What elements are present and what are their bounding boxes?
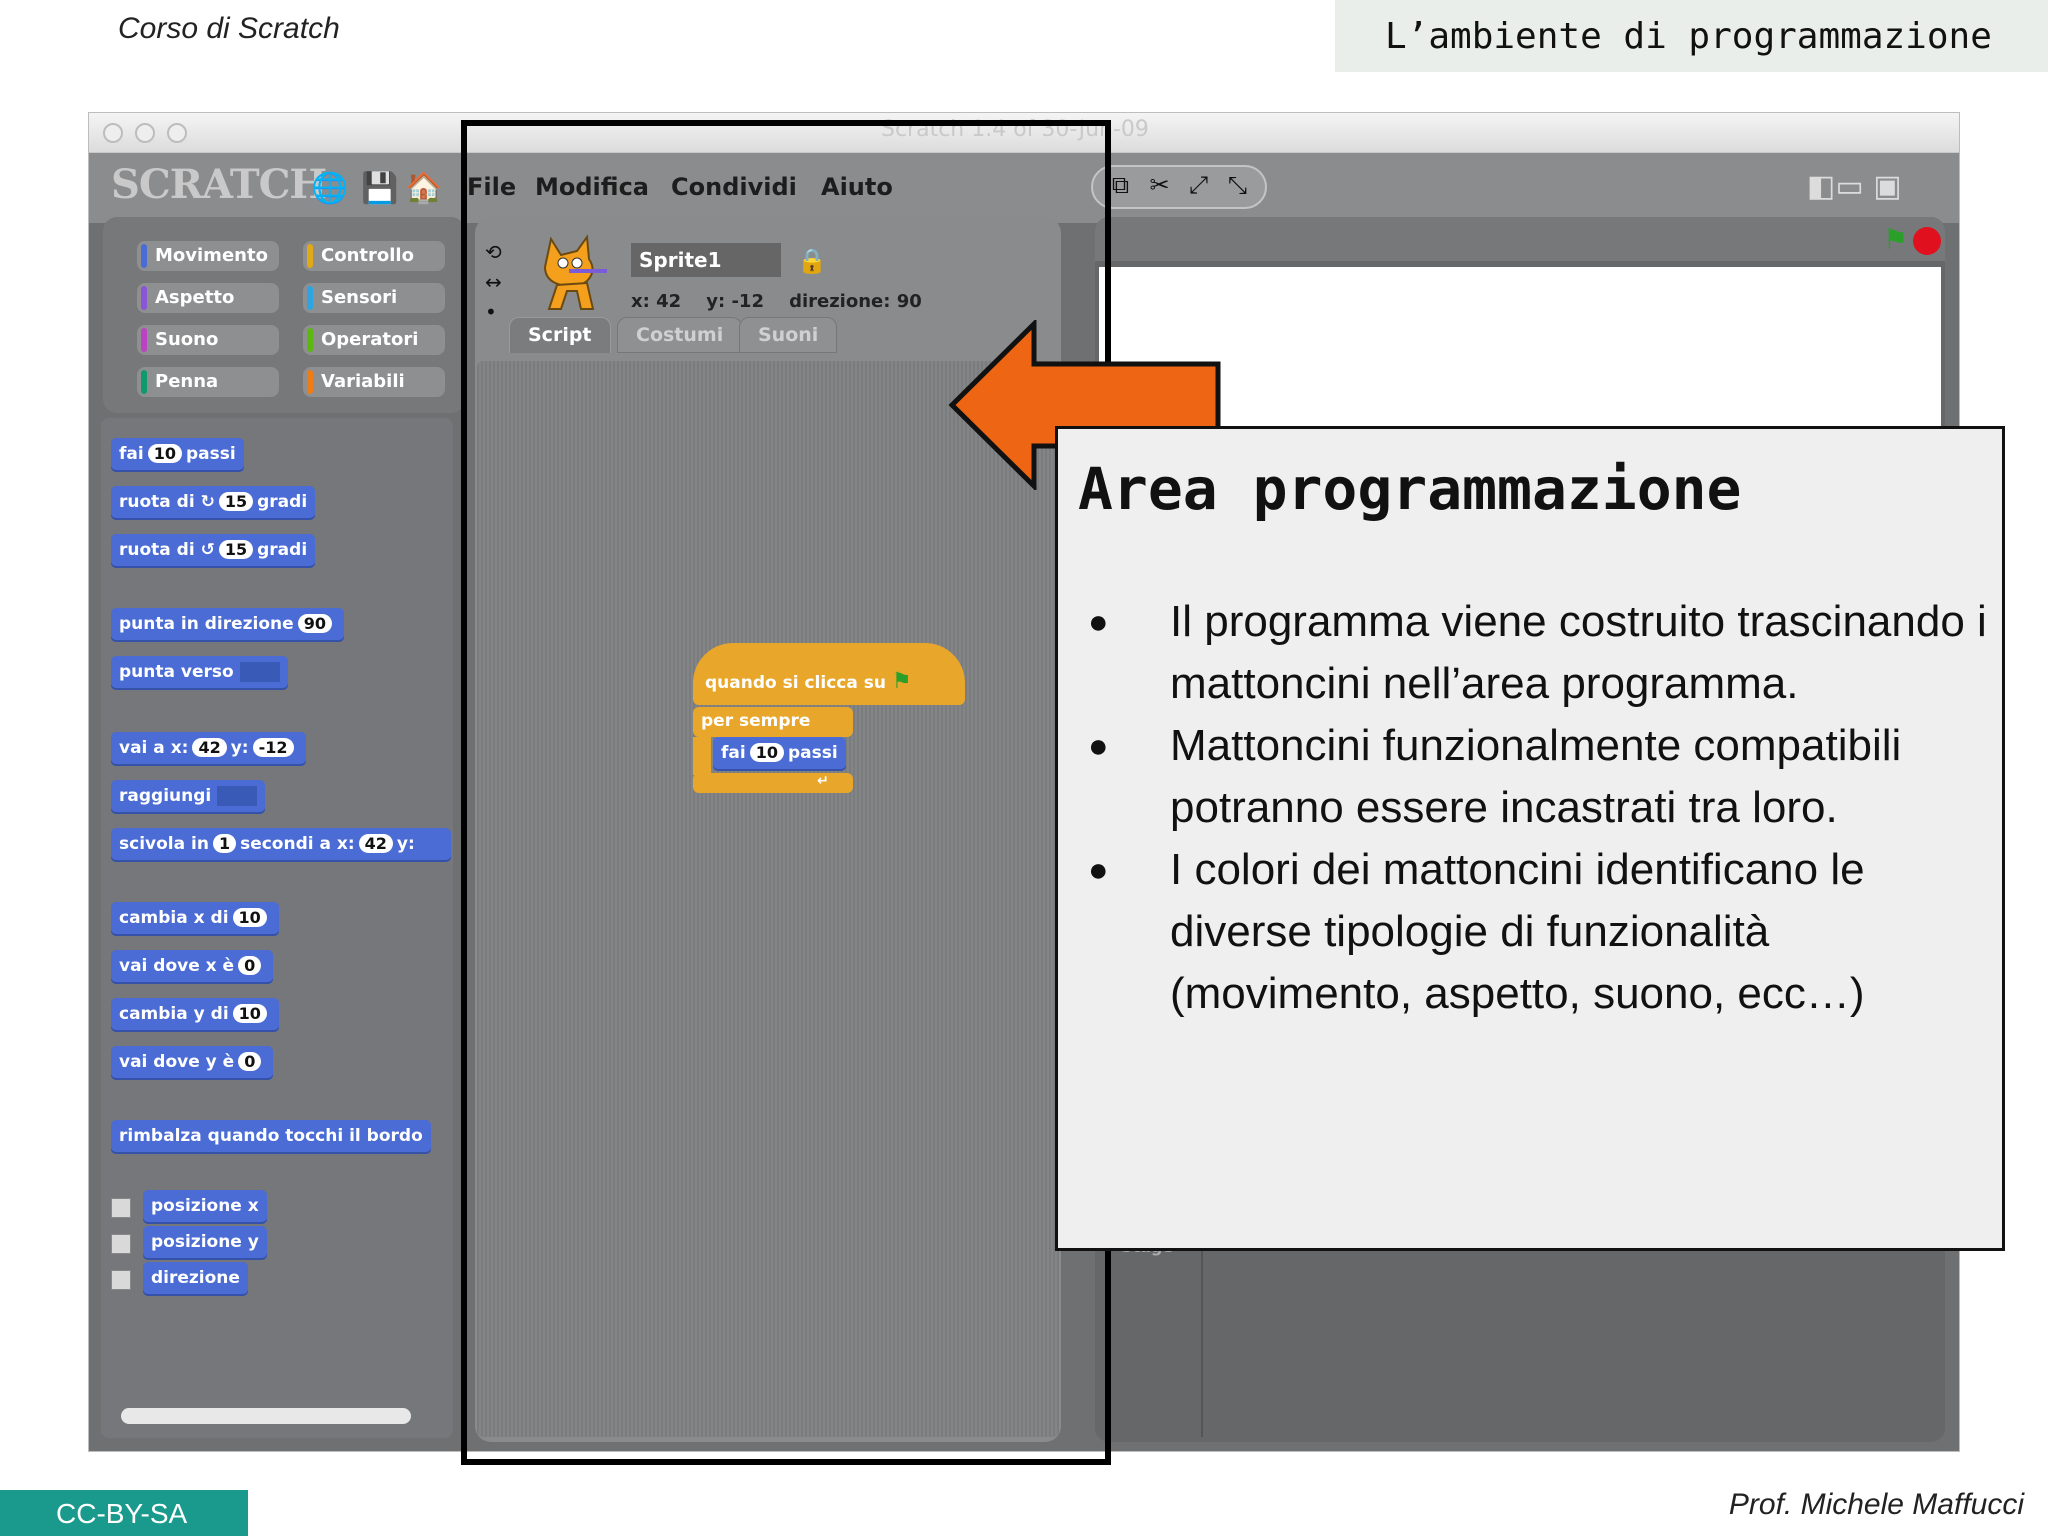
block-turn-right[interactable]: ruota di ↻ 15 gradi	[111, 486, 316, 520]
block-point-direction[interactable]: punta in direzione 90	[111, 608, 344, 642]
bullet-item: ● I colori dei mattoncini identificano le…	[1088, 845, 1865, 1018]
stage-layout-icons[interactable]: ◧▭ ▣	[1807, 169, 1902, 204]
callout-box: Area programmazione ● Il programma viene …	[1055, 426, 2005, 1251]
bullet-item: ● Mattoncini funzionalmente compatibili p…	[1088, 721, 1902, 832]
category-operatori[interactable]: Operatori	[303, 325, 445, 355]
reporter-direction[interactable]: direzione	[143, 1262, 248, 1296]
section-title: L’ambiente di programmazione	[1335, 0, 2048, 72]
shrink-icon[interactable]: ⤡	[1220, 171, 1255, 203]
globe-icon[interactable]: 🌐	[311, 171, 348, 206]
green-flag-button[interactable]: ⚑	[1883, 223, 1908, 256]
bullet-item: ● Il programma viene costruito trascinand…	[1088, 597, 1987, 708]
stop-button[interactable]	[1913, 227, 1941, 255]
zoom-window-button[interactable]	[167, 123, 187, 143]
block-bounce[interactable]: rimbalza quando tocchi il bordo	[111, 1120, 431, 1154]
course-title: Corso di Scratch	[118, 12, 340, 45]
reporter-pos-x[interactable]: posizione x	[143, 1190, 267, 1224]
block-move-steps[interactable]: fai 10 passi	[111, 438, 244, 472]
block-set-y[interactable]: vai dove y è0	[111, 1046, 274, 1080]
category-sensori[interactable]: Sensori	[303, 283, 445, 313]
checkbox-pos-x[interactable]	[111, 1198, 131, 1218]
category-movimento[interactable]: Movimento	[137, 241, 279, 271]
blocks-palette: fai 10 passi ruota di ↻ 15 gradi ruota di ↺ 1…	[101, 418, 453, 1438]
callout-title: Area programmazione	[1078, 455, 1742, 523]
block-point-towards[interactable]: punta verso	[111, 656, 288, 690]
license-badge: CC-BY-SA	[0, 1490, 248, 1536]
rotate-ccw-icon: ↺	[200, 540, 215, 560]
checkbox-direction[interactable]	[111, 1270, 131, 1290]
block-goto-xy[interactable]: vai a x: 42 y: -12	[111, 732, 306, 766]
category-penna[interactable]: Penna	[137, 367, 279, 397]
category-palette: Movimento Controllo Aspetto Sensori Suon…	[103, 217, 465, 413]
block-change-x[interactable]: cambia x di 10	[111, 902, 279, 936]
reporter-pos-y[interactable]: posizione y	[143, 1226, 267, 1260]
block-turn-left[interactable]: ruota di ↺ 15 gradi	[111, 534, 316, 568]
share-icon[interactable]: 🏠	[405, 171, 442, 206]
category-variabili[interactable]: Variabili	[303, 367, 445, 397]
delete-icon[interactable]: ✂	[1142, 171, 1177, 203]
close-window-button[interactable]	[103, 123, 123, 143]
block-change-y[interactable]: cambia y di 10	[111, 998, 279, 1032]
rotate-cw-icon: ↻	[200, 492, 215, 512]
block-glide[interactable]: scivola in 1 secondi a x: 42 y:	[111, 828, 451, 862]
block-set-x[interactable]: vai dove x è0	[111, 950, 274, 984]
save-icon[interactable]: 💾	[361, 171, 398, 206]
minimize-window-button[interactable]	[135, 123, 155, 143]
stage-toolbar: ⚑	[1095, 217, 1945, 261]
category-controllo[interactable]: Controllo	[303, 241, 445, 271]
palette-scrollbar[interactable]	[121, 1408, 411, 1424]
callout-bullets: ● Il programma viene costruito trascinand…	[1088, 591, 1988, 1025]
sprite-tools: ⧉ ✂ ⤢ ⤡	[1091, 165, 1267, 209]
grow-icon[interactable]: ⤢	[1181, 171, 1216, 203]
block-goto[interactable]: raggiungi	[111, 780, 266, 814]
author-name: Prof. Michele Maffucci	[1728, 1488, 2024, 1521]
checkbox-pos-y[interactable]	[111, 1234, 131, 1254]
scratch-logo: SCRATCH	[111, 161, 327, 208]
category-aspetto[interactable]: Aspetto	[137, 283, 279, 313]
category-suono[interactable]: Suono	[137, 325, 279, 355]
